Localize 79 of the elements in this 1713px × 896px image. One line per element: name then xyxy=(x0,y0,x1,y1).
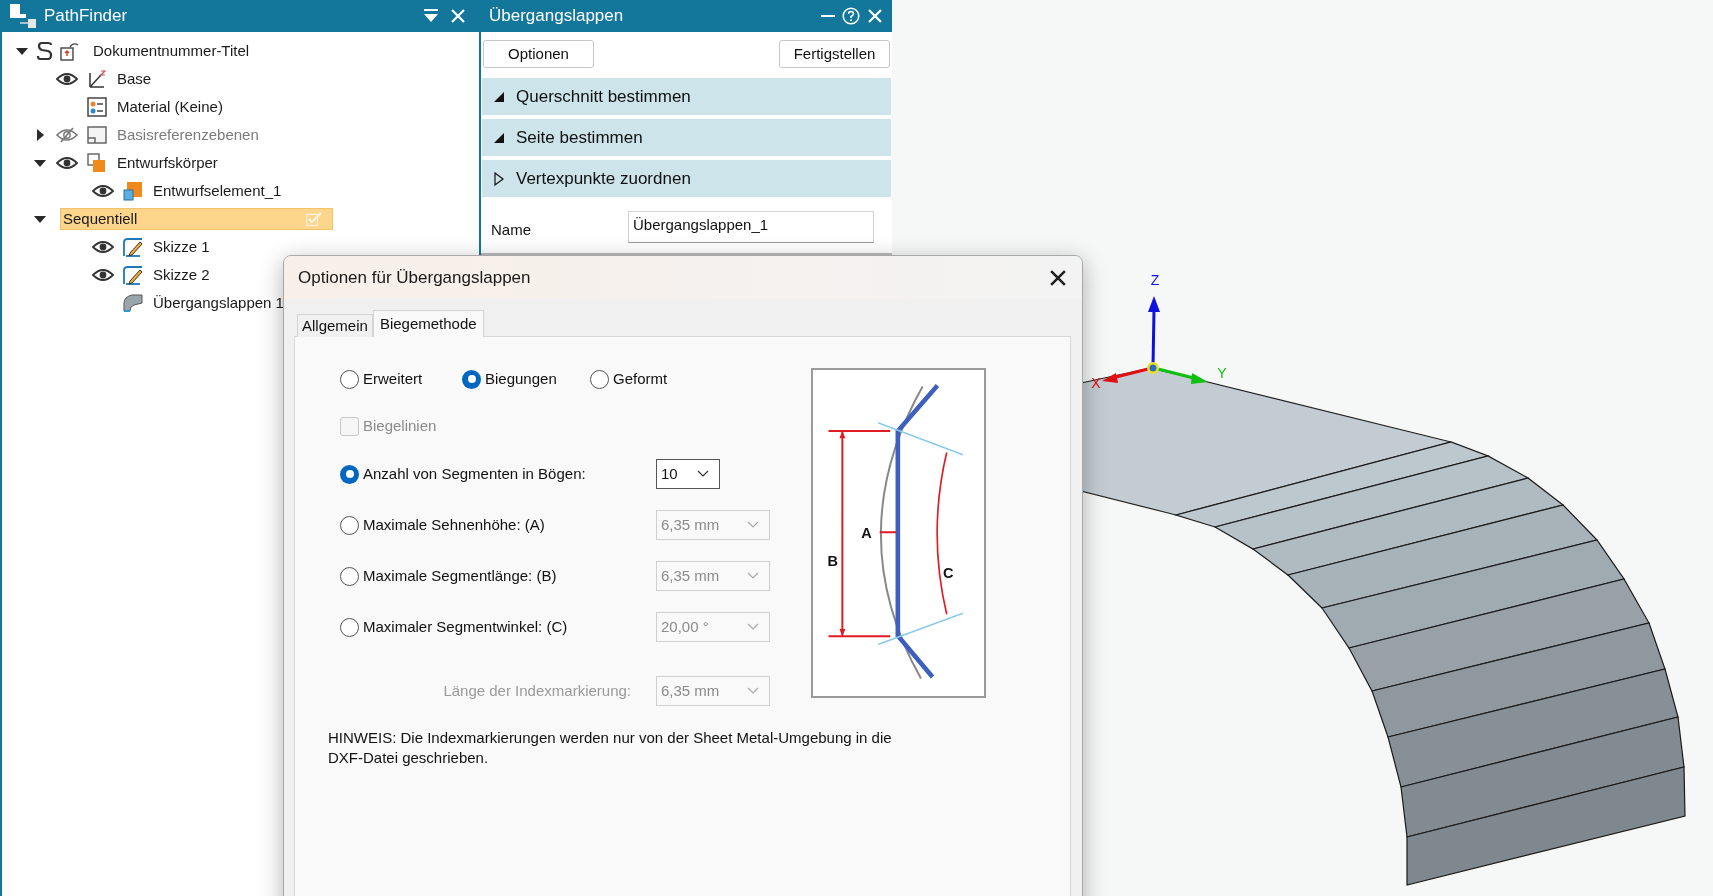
bent-sheet-icon xyxy=(122,293,144,313)
tree-item[interactable]: Sequentiell xyxy=(60,208,333,230)
tree-item[interactable]: Übergangslappen 1 xyxy=(150,293,287,312)
eye-icon[interactable] xyxy=(92,184,114,198)
dropdown[interactable]: 10 xyxy=(656,459,720,489)
dropdown-value: 6,35 mm xyxy=(661,514,720,535)
sync-s-icon xyxy=(36,41,54,61)
origin-marker-icon xyxy=(1147,362,1159,374)
eye-icon[interactable] xyxy=(92,240,114,254)
dropdown-value: 10 xyxy=(661,463,678,484)
tree-item[interactable]: Skizze 1 xyxy=(150,237,213,256)
note-text: HINWEIS: Die Indexmarkierungen werden nur von der Sheet Metal-Umgebung in die DXF-Datei geschrieben. xyxy=(328,728,893,768)
close-icon[interactable] xyxy=(1050,269,1066,286)
option-label: Biegelinien xyxy=(363,415,437,436)
tab[interactable]: Allgemein xyxy=(297,314,373,337)
dropdown-value: 6,35 mm xyxy=(661,565,720,586)
collapse-arrow-icon[interactable] xyxy=(34,213,46,225)
diagram-label: B xyxy=(827,552,839,569)
section-header[interactable]: Querschnitt bestimmen xyxy=(482,78,891,115)
eye-icon[interactable] xyxy=(56,72,78,86)
axis-label: Z xyxy=(1150,272,1160,288)
option-label: Maximale Segmentlänge: (B) xyxy=(363,565,557,586)
radio-button[interactable] xyxy=(462,369,481,389)
radio-button[interactable] xyxy=(340,464,359,484)
collapse-arrow-icon[interactable] xyxy=(34,157,46,169)
field-label: Name xyxy=(491,219,531,240)
tree-item[interactable]: Entwurfselement_1 xyxy=(150,181,285,200)
button[interactable]: Fertigstellen xyxy=(779,40,890,68)
chevron-down-icon xyxy=(747,521,759,529)
collapse-arrow-icon[interactable] xyxy=(16,45,28,57)
chevron-down-icon xyxy=(747,687,759,695)
x-axis-arrow xyxy=(1102,367,1149,383)
option-label: Erweitert xyxy=(363,368,423,389)
panel-title: PathFinder xyxy=(44,5,128,28)
sketch-icon xyxy=(122,265,144,285)
axis-label: X xyxy=(1091,375,1101,391)
checkbox-icon xyxy=(306,212,322,226)
button[interactable]: Optionen xyxy=(483,40,594,68)
option-label: Maximaler Segmentwinkel: (C) xyxy=(363,616,568,637)
dropdown-value: 6,35 mm xyxy=(661,680,720,701)
body-icon xyxy=(87,153,107,173)
plane-icon xyxy=(87,125,107,145)
eye-icon[interactable] xyxy=(92,268,114,282)
tree-item-label: Sequentiell xyxy=(63,208,138,229)
diagram-label: C xyxy=(943,564,954,581)
axis-label: Y xyxy=(1217,365,1227,381)
diagram-label: A xyxy=(861,524,872,541)
material-icon xyxy=(87,97,107,117)
name-field[interactable]: Übergangslappen_1 xyxy=(628,211,874,243)
tab[interactable]: Biegemethode xyxy=(372,310,484,337)
radio-button[interactable] xyxy=(340,369,359,389)
option-label: Geformt xyxy=(613,368,668,389)
y-axis-arrow xyxy=(1157,367,1208,384)
block-icon xyxy=(123,181,143,201)
tree-item[interactable]: Material (Keine) xyxy=(114,97,226,116)
option-label: Maximale Sehnenhöhe: (A) xyxy=(363,514,545,535)
chevron-down-icon xyxy=(747,623,759,631)
document-icon xyxy=(60,41,80,61)
tree-item[interactable]: Entwurfskörper xyxy=(114,153,221,172)
dropdown-menu-icon[interactable] xyxy=(423,8,439,24)
section-header[interactable]: Vertexpunkte zuordnen xyxy=(482,160,891,197)
option-label: Biegungen xyxy=(485,368,557,389)
help-icon[interactable] xyxy=(842,7,860,25)
panel-title: Übergangslappen xyxy=(489,5,624,28)
eye-icon[interactable] xyxy=(56,156,78,170)
field-label: Länge der Indexmarkierung: xyxy=(443,680,631,701)
coordinate-axes-icon xyxy=(87,69,107,89)
section-header[interactable]: Seite bestimmen xyxy=(482,119,891,156)
dialog-title: Optionen für Übergangslappen xyxy=(298,266,531,289)
tree-item[interactable]: Skizze 2 xyxy=(150,265,213,284)
tree-item[interactable]: Dokumentnummer-Titel xyxy=(90,41,253,60)
chevron-down-icon xyxy=(697,470,709,478)
tree-item[interactable]: Base xyxy=(114,69,155,88)
chevron-down-icon xyxy=(747,572,759,580)
sketch-icon xyxy=(122,237,144,257)
radio-button[interactable] xyxy=(590,369,609,389)
panel-icon xyxy=(8,3,38,29)
dropdown-value: 20,00 ° xyxy=(661,616,709,637)
option-label: Anzahl von Segmenten in Bögen: xyxy=(363,463,586,484)
